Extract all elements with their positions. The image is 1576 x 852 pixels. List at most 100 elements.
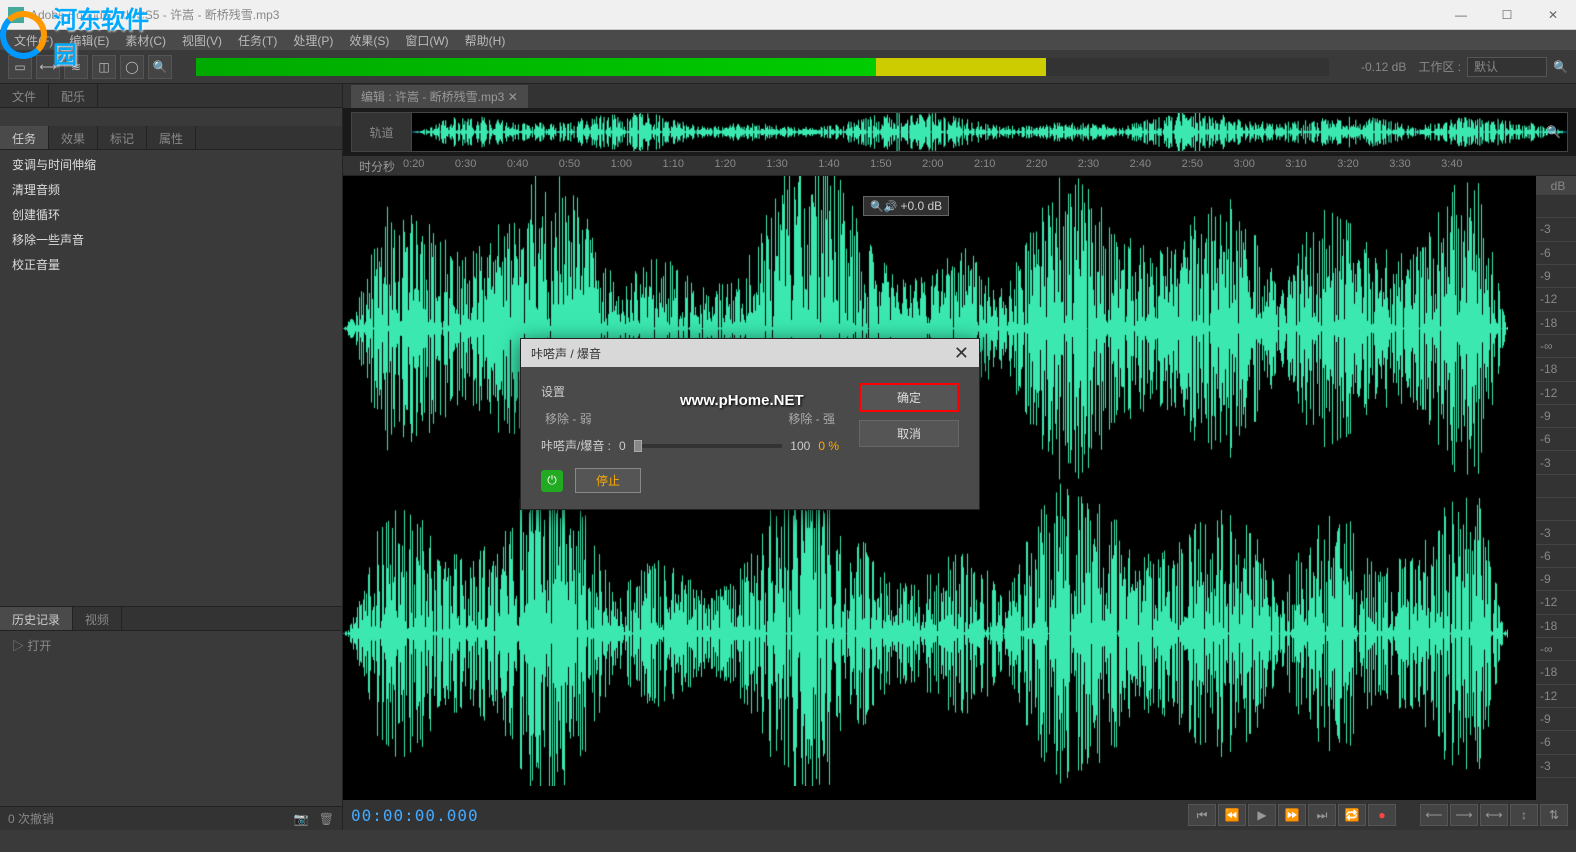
tool-selection[interactable]: ▭ [8, 55, 32, 79]
goto-start-button[interactable]: ⏮ [1188, 804, 1216, 826]
workspace-selector: 工作区 : 🔍 [1418, 57, 1568, 77]
menubar: 文件(F) 编辑(E) 素材(C) 视图(V) 任务(T) 处理(P) 效果(S… [0, 30, 1576, 50]
tick-label: 0:30 [455, 158, 476, 170]
tab-properties[interactable]: 属性 [147, 126, 196, 149]
tick-label: 1:30 [766, 158, 787, 170]
zoom-full-button[interactable]: ⟷ [1480, 804, 1508, 826]
zoom-out-h-button[interactable]: ⟵ [1420, 804, 1448, 826]
task-correct-volume[interactable]: 校正音量 [0, 252, 342, 277]
overview-strip[interactable]: 轨道 🔍 [351, 112, 1568, 152]
snapshot-icon[interactable]: 📷 [294, 812, 309, 826]
goto-end-button[interactable]: ⏭ [1308, 804, 1336, 826]
timecode-display[interactable]: 00:00:00.000 [351, 806, 479, 825]
click-pop-slider[interactable] [634, 444, 783, 448]
zoom-in-v-button[interactable]: ↕ [1510, 804, 1538, 826]
menu-file[interactable]: 文件(F) [8, 32, 59, 49]
history-list: ▷ 打开 [0, 631, 342, 660]
tick-label: 3:30 [1389, 158, 1410, 170]
tool-zoom[interactable]: 🔍 [148, 55, 172, 79]
zoom-in-h-button[interactable]: ⟶ [1450, 804, 1478, 826]
tick-label: 3:00 [1233, 158, 1254, 170]
trash-icon[interactable]: 🗑 [319, 812, 334, 826]
db-mark: -18 [1536, 311, 1576, 334]
db-mark: -12 [1536, 287, 1576, 310]
db-mark: -3 [1536, 520, 1576, 543]
tick-label: 1:50 [870, 158, 891, 170]
tab-tasks[interactable]: 任务 [0, 126, 49, 149]
task-remove-sound[interactable]: 移除一些声音 [0, 227, 342, 252]
play-button[interactable]: ▶ [1248, 804, 1276, 826]
history-item-open[interactable]: ▷ 打开 [12, 637, 330, 654]
level-inactive-segment [1046, 58, 1329, 76]
slider-value[interactable]: 0 % [818, 439, 839, 453]
app-icon [8, 7, 24, 23]
tool-time[interactable]: ⟷ [36, 55, 60, 79]
preview-power-button[interactable]: ⏻ [541, 470, 563, 492]
tab-files[interactable]: 文件 [0, 84, 49, 107]
tool-marquee[interactable]: ◫ [92, 55, 116, 79]
menu-process[interactable]: 处理(P) [287, 32, 339, 49]
db-mark: -12 [1536, 590, 1576, 613]
db-mark [1536, 474, 1576, 497]
rewind-button[interactable]: ⏪ [1218, 804, 1246, 826]
overview-search-icon[interactable]: 🔍 [1546, 125, 1561, 139]
menu-edit[interactable]: 编辑(E) [63, 32, 115, 49]
slider-label: 咔嗒声/爆音 : [541, 437, 611, 454]
db-mark: -18 [1536, 357, 1576, 380]
menu-view[interactable]: 视图(V) [176, 32, 228, 49]
db-mark: -6 [1536, 544, 1576, 567]
tool-lasso[interactable]: ◯ [120, 55, 144, 79]
db-mark: -9 [1536, 567, 1576, 590]
db-mark: -3 [1536, 217, 1576, 240]
dialog-close-button[interactable]: ✕ [954, 343, 969, 364]
tool-freq[interactable]: ≋ [64, 55, 88, 79]
close-button[interactable]: ✕ [1530, 0, 1576, 30]
slider-row: 咔嗒声/爆音 : 0 100 0 % [541, 437, 839, 454]
level-meter [196, 58, 1329, 76]
menu-clip[interactable]: 素材(C) [119, 32, 172, 49]
tab-history[interactable]: 历史记录 [0, 607, 73, 630]
menu-effect[interactable]: 效果(S) [343, 32, 395, 49]
menu-window[interactable]: 窗口(W) [399, 32, 454, 49]
menu-help[interactable]: 帮助(H) [459, 32, 512, 49]
loop-button[interactable]: 🔁 [1338, 804, 1366, 826]
stop-button[interactable]: 停止 [575, 468, 641, 493]
overview-waveform[interactable] [412, 113, 1567, 151]
slider-thumb[interactable] [634, 440, 642, 452]
search-icon[interactable]: 🔍 [1553, 60, 1568, 74]
task-clean-audio[interactable]: 清理音频 [0, 177, 342, 202]
sidebar-statusbar: 0 次撤销 📷 🗑 [0, 806, 342, 830]
zoom-badge[interactable]: 🔍🔊 +0.0 dB [863, 196, 949, 216]
timeline-ruler[interactable]: 时分秒 0:200:300:400:501:001:101:201:301:40… [343, 156, 1576, 176]
editor-file-tab[interactable]: 编辑 : 许嵩 - 断桥残雪.mp3 ✕ [351, 85, 528, 108]
history-panel-tabs: 历史记录 视频 [0, 607, 342, 631]
tab-score[interactable]: 配乐 [49, 84, 98, 107]
zoom-out-v-button[interactable]: ⇅ [1540, 804, 1568, 826]
menu-task[interactable]: 任务(T) [232, 32, 283, 49]
maximize-button[interactable]: ☐ [1484, 0, 1530, 30]
workspace-dropdown[interactable] [1467, 57, 1547, 77]
sidebar: 文件 配乐 任务 效果 标记 属性 变调与时间伸缩 清理音频 创建循环 移除一些… [0, 84, 343, 830]
tab-video[interactable]: 视频 [73, 607, 122, 630]
minimize-button[interactable]: — [1438, 0, 1484, 30]
tick-label: 2:30 [1078, 158, 1099, 170]
cancel-button[interactable]: 取消 [859, 420, 959, 447]
tick-label: 1:00 [611, 158, 632, 170]
record-button[interactable]: ● [1368, 804, 1396, 826]
workspace-label: 工作区 : [1418, 58, 1461, 75]
task-pitch-time[interactable]: 变调与时间伸缩 [0, 152, 342, 177]
dialog-titlebar[interactable]: 咔嗒声 / 爆音 ✕ [521, 339, 979, 367]
task-panel-tabs: 任务 效果 标记 属性 [0, 126, 342, 150]
level-yellow-segment [876, 58, 1046, 76]
db-mark: -9 [1536, 264, 1576, 287]
level-green-segment [196, 58, 876, 76]
tick-label: 1:20 [714, 158, 735, 170]
timeline-unit-label: 时分秒 [351, 156, 403, 175]
transport-buttons: ⏮ ⏪ ▶ ⏩ ⏭ 🔁 ● ⟵ ⟶ ⟷ ↕ ⇅ [1188, 804, 1568, 826]
tab-markers[interactable]: 标记 [98, 126, 147, 149]
remove-weak-label: 移除 - 弱 [545, 410, 592, 427]
task-create-loop[interactable]: 创建循环 [0, 202, 342, 227]
forward-button[interactable]: ⏩ [1278, 804, 1306, 826]
tab-effects[interactable]: 效果 [49, 126, 98, 149]
ok-button[interactable]: 确定 [859, 383, 959, 412]
